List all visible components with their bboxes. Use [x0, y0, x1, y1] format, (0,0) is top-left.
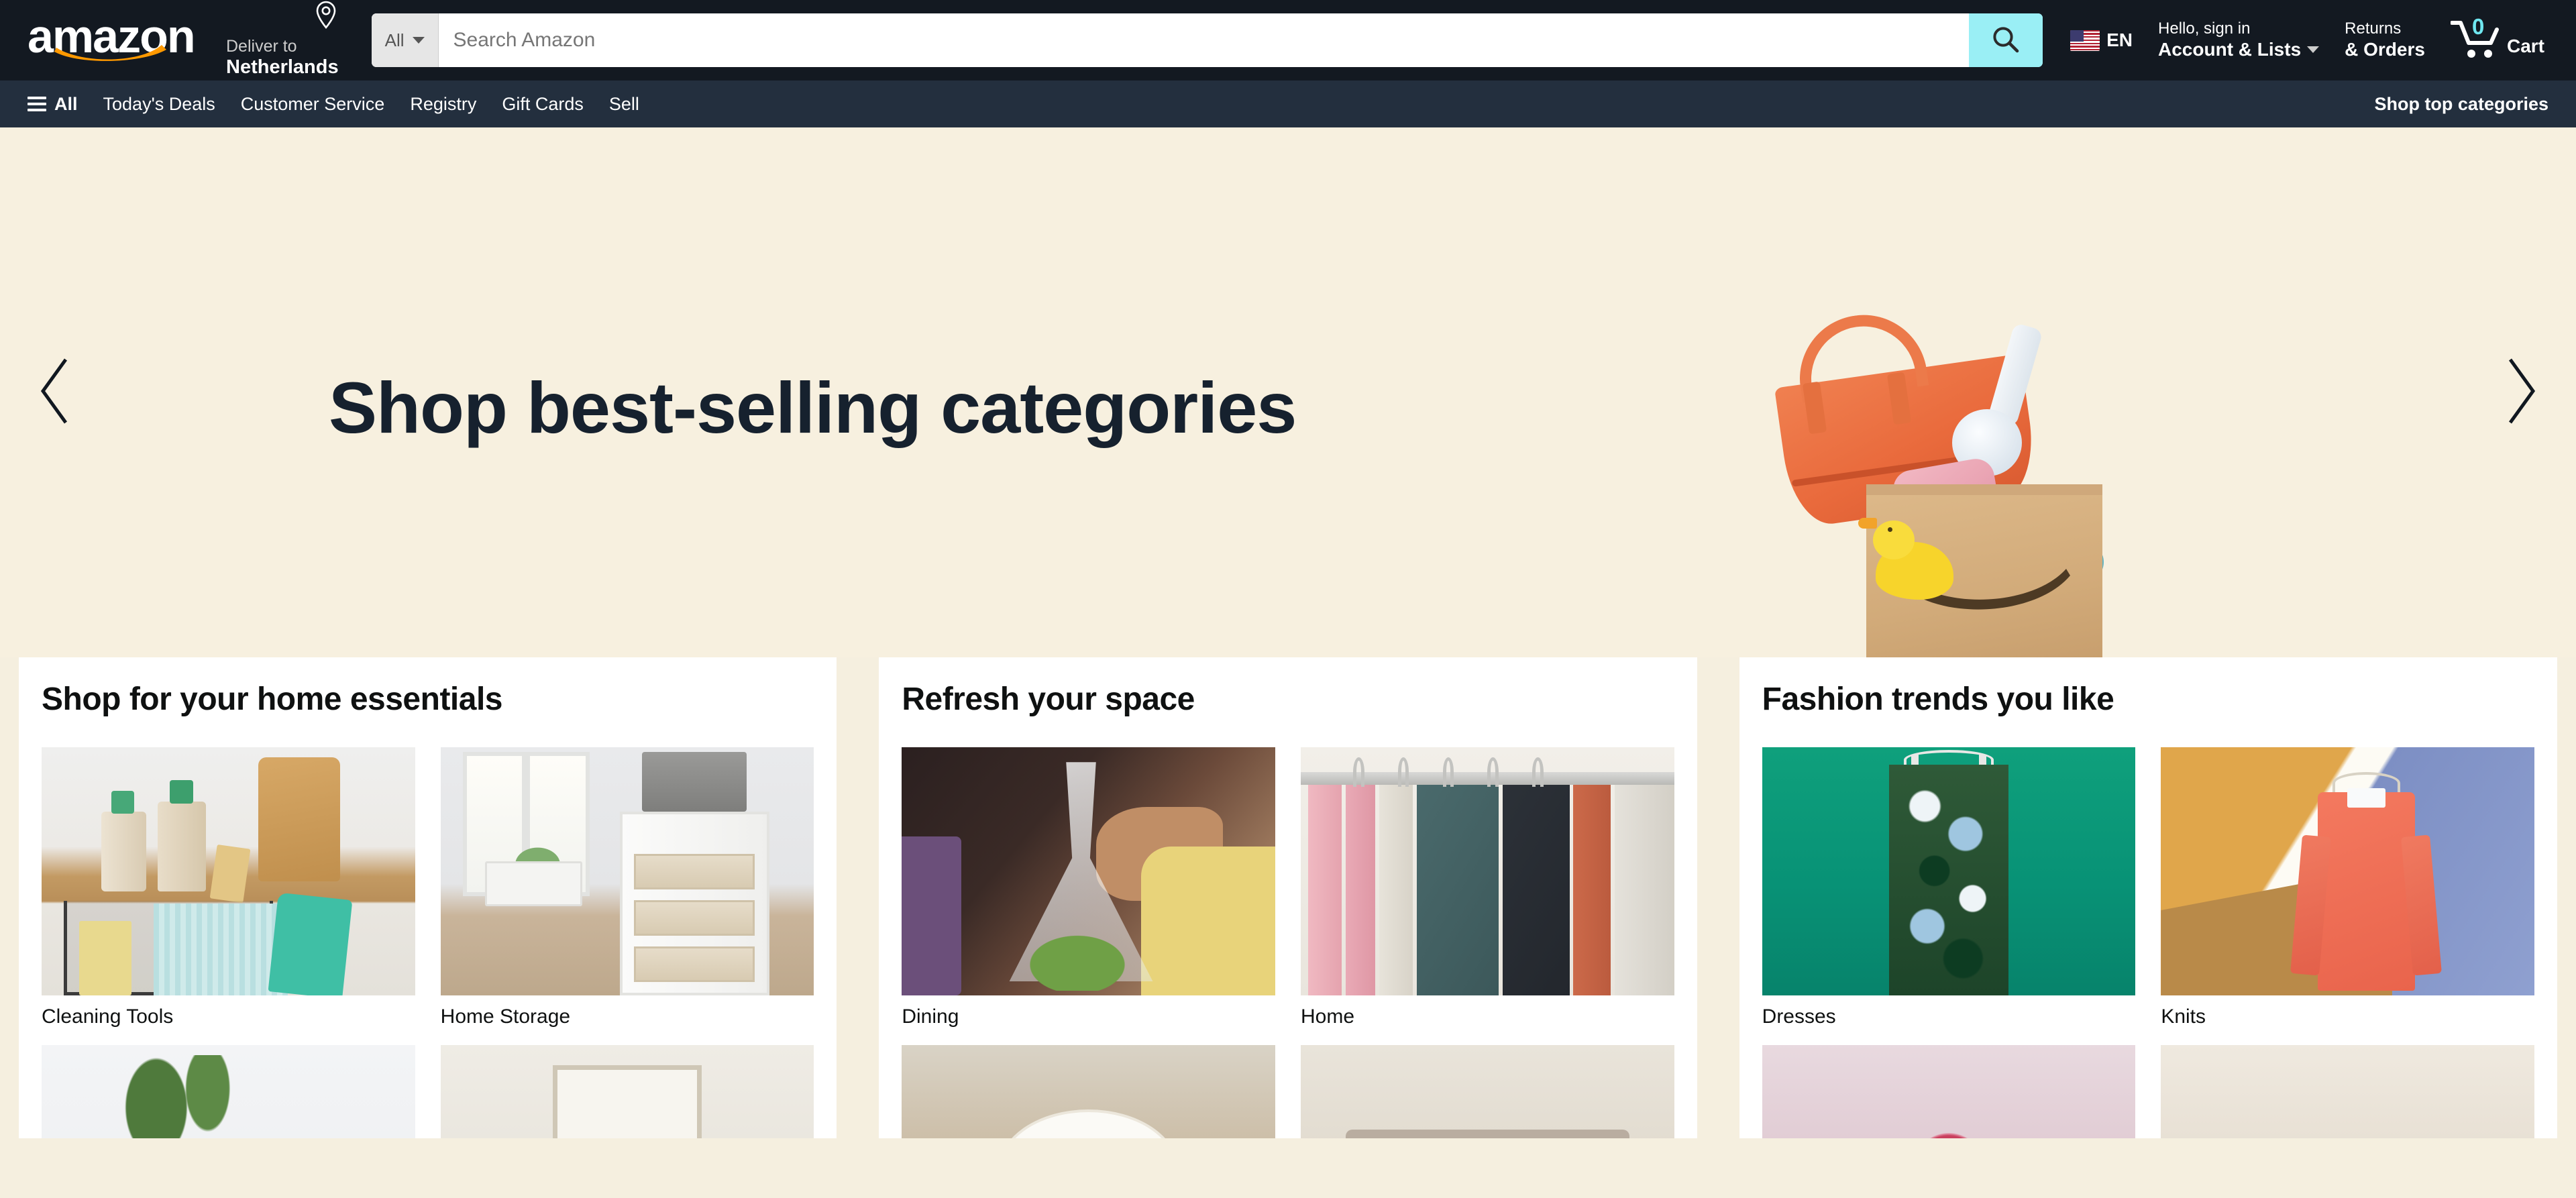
nav-item-sell[interactable]: Sell: [596, 88, 652, 121]
tile-label: Knits: [2161, 1005, 2206, 1028]
tile-label: Home: [1300, 1005, 1355, 1028]
account-and-lists[interactable]: Hello, sign in Account & Lists: [2145, 11, 2332, 70]
card-tile-grid: Cleaning Tools Home Storage: [42, 747, 814, 1138]
search-category-label: All: [384, 30, 405, 50]
rubber-duck-beak: [1858, 518, 1877, 529]
hero-carousel: Shop best-selling categories: [0, 127, 2576, 657]
home-image: [1300, 747, 1674, 995]
carousel-prev-button[interactable]: [25, 352, 86, 433]
card-tile-grid: Dresses Knits: [1762, 747, 2534, 1138]
nav-item-registry[interactable]: Registry: [397, 88, 489, 121]
search-bar: All: [371, 13, 2043, 67]
returns-label: Returns: [2345, 19, 2402, 38]
tile-refresh-3[interactable]: [902, 1045, 1275, 1138]
category-card-home-essentials: Shop for your home essentials Cleaning T…: [19, 655, 837, 1138]
account-lists-label: Account & Lists: [2158, 39, 2302, 60]
tile-cleaning-tools[interactable]: Cleaning Tools: [42, 747, 415, 1029]
secondary-nav: All Today's Deals Customer Service Regis…: [0, 80, 2576, 127]
nav-item-todays-deals[interactable]: Today's Deals: [91, 88, 228, 121]
nav-item-gift-cards[interactable]: Gift Cards: [489, 88, 596, 121]
tile-fashion-3[interactable]: [1762, 1045, 2136, 1138]
site-header: amazon Deliver to Netherlands All Search…: [0, 0, 2576, 80]
location-pin-icon: [315, 1, 339, 32]
tile-dresses[interactable]: Dresses: [1762, 747, 2136, 1029]
accessory-image: [1762, 1045, 2136, 1138]
dining-image: [902, 747, 1275, 995]
shoes-image: [2161, 1045, 2534, 1138]
deliver-to-label: Deliver to: [226, 36, 297, 56]
hero-product-image: [1744, 307, 2241, 657]
shopping-cart-icon: [2449, 21, 2503, 62]
tile-label: Dining: [902, 1005, 959, 1028]
language-selector[interactable]: EN: [2057, 11, 2145, 70]
tile-fashion-4[interactable]: [2161, 1045, 2534, 1138]
cart-label: Cart: [2506, 36, 2544, 56]
plant-image: [42, 1045, 415, 1138]
category-card-fashion-trends: Fashion trends you like Dresses Knits: [1739, 655, 2557, 1138]
tile-home-essentials-4[interactable]: [440, 1045, 814, 1138]
rubber-duck-eye: [1888, 527, 1892, 532]
carousel-next-button[interactable]: [2490, 352, 2551, 433]
tile-home[interactable]: Home: [1300, 747, 1674, 1029]
hamburger-menu-icon: [28, 97, 46, 111]
us-flag-icon: [2070, 30, 2100, 51]
chevron-down-icon: [412, 37, 425, 44]
amazon-smile-icon: [54, 41, 168, 64]
card-title: Fashion trends you like: [1762, 682, 2114, 717]
search-input[interactable]: [438, 13, 1970, 67]
tile-label: Cleaning Tools: [42, 1005, 174, 1028]
tile-home-essentials-3[interactable]: [42, 1045, 415, 1138]
chevron-down-icon: [2307, 46, 2320, 53]
tile-refresh-4[interactable]: [1300, 1045, 1674, 1138]
card-tile-grid: Dining Home: [902, 747, 1674, 1138]
knits-image: [2161, 747, 2534, 995]
amazon-logo[interactable]: amazon: [19, 5, 205, 75]
card-title: Refresh your space: [902, 682, 1195, 717]
dresses-image: [1762, 747, 2136, 995]
tile-knits[interactable]: Knits: [2161, 747, 2534, 1029]
chevron-left-icon: [38, 357, 74, 429]
search-button[interactable]: [1969, 13, 2043, 67]
orders-label: & Orders: [2345, 39, 2425, 60]
card-title: Shop for your home essentials: [42, 682, 502, 717]
returns-and-orders[interactable]: Returns & Orders: [2332, 11, 2438, 70]
hero-title: Shop best-selling categories: [329, 367, 1297, 448]
category-cards-row: Shop for your home essentials Cleaning T…: [0, 655, 2576, 1138]
nav-item-customer-service[interactable]: Customer Service: [228, 88, 398, 121]
tile-label: Dresses: [1762, 1005, 1836, 1028]
cleaning-tools-image: [42, 747, 415, 995]
chevron-right-icon: [2502, 357, 2538, 429]
deliver-to-selector[interactable]: Deliver to Netherlands: [213, 1, 352, 78]
rubber-duck-head: [1858, 518, 1915, 559]
nav-all-label: All: [54, 93, 78, 114]
shelf-image: [440, 1045, 814, 1138]
category-card-refresh-your-space: Refresh your space Dining Home: [879, 655, 1697, 1138]
cart-count-badge: 0: [2471, 14, 2485, 39]
sofa-image: [1300, 1045, 1674, 1138]
search-category-dropdown[interactable]: All: [371, 13, 439, 67]
deliver-to-country: Netherlands: [226, 56, 339, 78]
home-storage-image: [440, 747, 814, 995]
account-greeting: Hello, sign in: [2158, 19, 2251, 38]
tile-home-storage[interactable]: Home Storage: [440, 747, 814, 1029]
tile-label: Home Storage: [440, 1005, 571, 1028]
language-label: EN: [2106, 30, 2133, 50]
table-image: [902, 1045, 1275, 1138]
tile-dining[interactable]: Dining: [902, 747, 1275, 1029]
nav-all-menu-button[interactable]: All: [15, 88, 91, 121]
shop-top-categories-link[interactable]: Shop top categories: [2361, 88, 2561, 121]
cart-button[interactable]: 0 Cart: [2438, 11, 2557, 70]
search-icon: [1990, 24, 2021, 57]
